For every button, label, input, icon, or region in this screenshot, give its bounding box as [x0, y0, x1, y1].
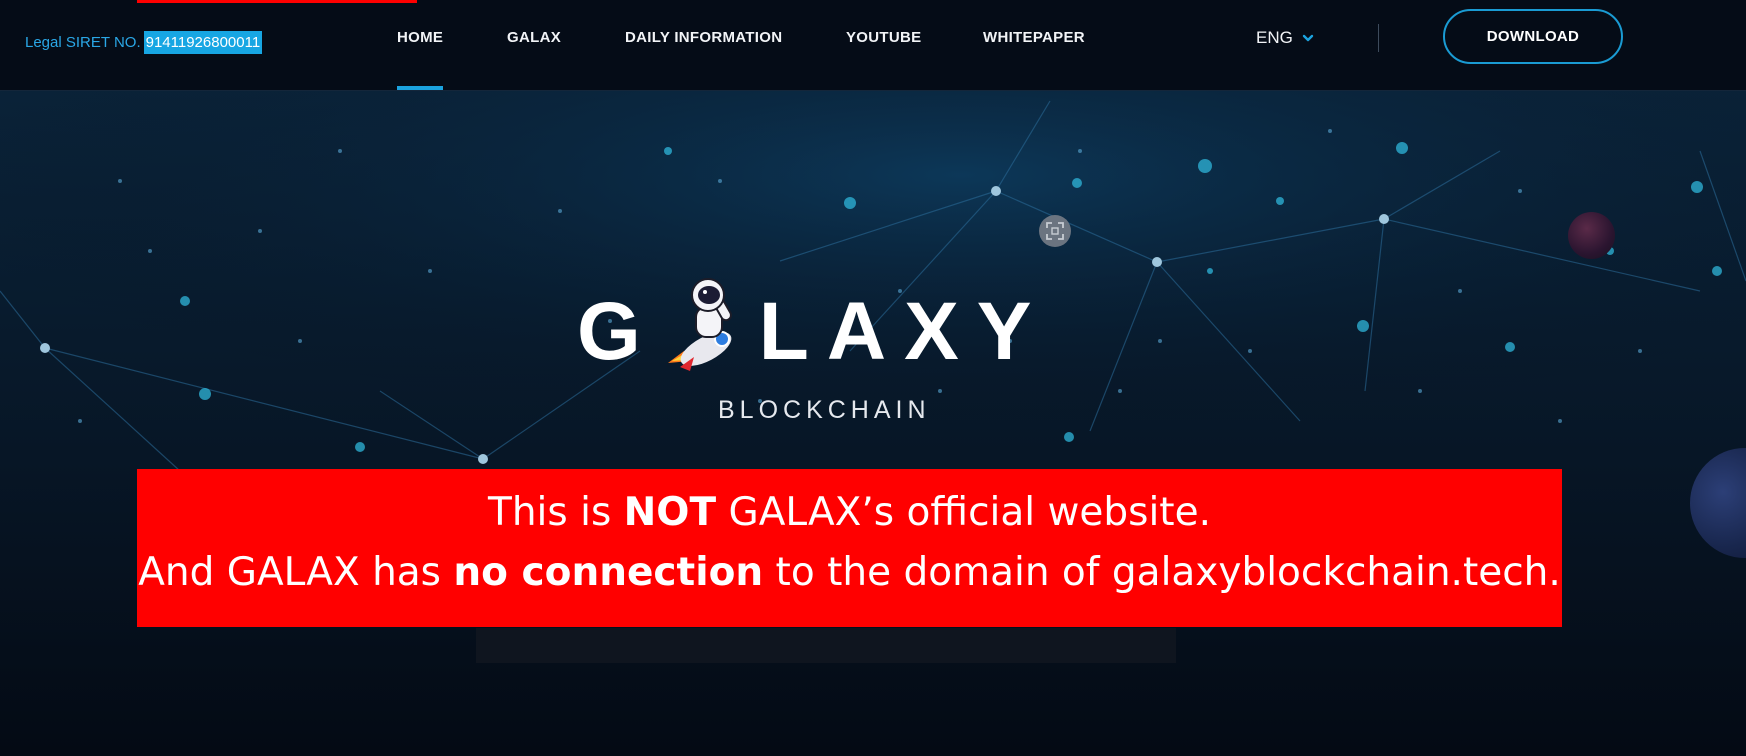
logo-subtitle: BLOCKCHAIN — [718, 396, 931, 424]
hero-section: G LAXY BLOCKCHAIN — [0, 91, 1746, 756]
warning-banner: This is NOT GALAX’s official website. An… — [137, 469, 1562, 627]
warning-line-2: And GALAX has no connection to the domai… — [138, 550, 1561, 595]
siret-info: Legal SIRET NO. 91411926800011 — [25, 31, 263, 54]
nav-daily-information[interactable]: DAILY INFORMATION — [625, 29, 782, 46]
chevron-down-icon — [1302, 34, 1314, 42]
content-panel — [476, 628, 1176, 663]
nav-whitepaper[interactable]: WHITEPAPER — [983, 29, 1085, 46]
siret-number: 91411926800011 — [143, 31, 263, 54]
scan-icon[interactable] — [1039, 215, 1071, 247]
nav-galax[interactable]: GALAX — [507, 29, 561, 46]
logo-letter-g: G — [577, 286, 659, 377]
focus-frame-icon — [1046, 222, 1064, 240]
divider — [1378, 24, 1379, 52]
logo-letters: LAXY — [758, 286, 1050, 377]
top-navigation-bar: Legal SIRET NO. 91411926800011 HOME GALAX… — [0, 0, 1746, 91]
nav-youtube[interactable]: YOUTUBE — [846, 29, 921, 46]
nav-home[interactable]: HOME — [397, 29, 443, 46]
language-selector[interactable]: ENG — [1256, 28, 1315, 48]
red-strip — [137, 0, 417, 3]
logo-wordmark: G LAXY — [577, 291, 1050, 373]
astronaut-rocket-icon — [668, 278, 732, 371]
planet-orb — [1568, 212, 1615, 259]
language-label: ENG — [1256, 28, 1293, 47]
active-nav-indicator — [397, 86, 443, 90]
siret-label: Legal SIRET NO. — [25, 34, 141, 51]
warning-line-1: This is NOT GALAX’s official website. — [488, 490, 1211, 535]
download-button[interactable]: DOWNLOAD — [1443, 9, 1623, 64]
